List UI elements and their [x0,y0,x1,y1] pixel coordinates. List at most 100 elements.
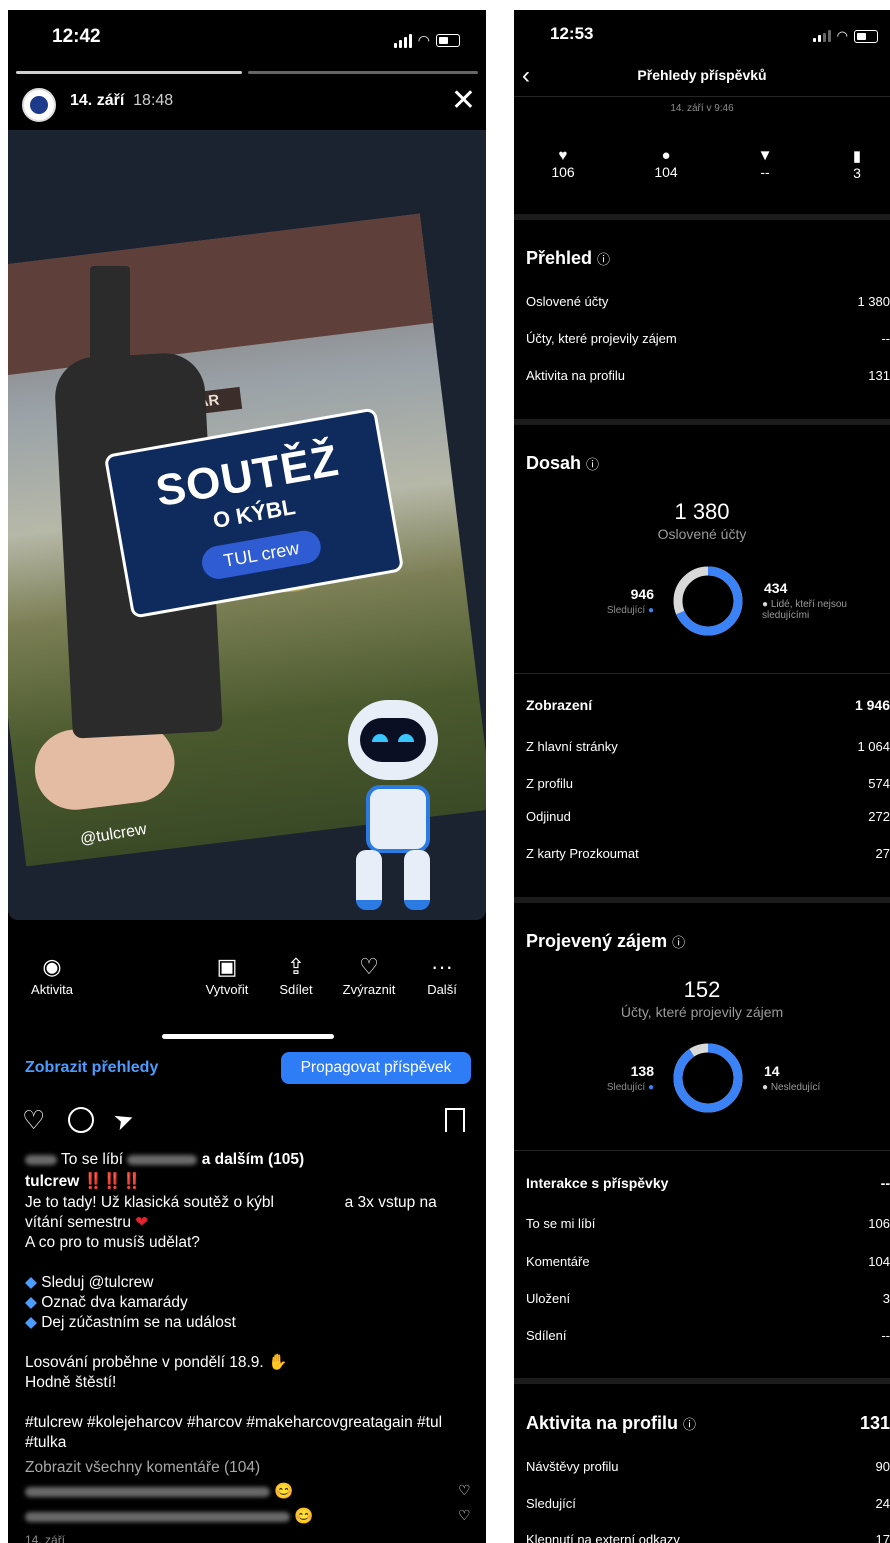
interactions-label: Komentáře [526,1254,590,1269]
send-icon[interactable]: ➤ [110,1103,139,1137]
comment-like-icon[interactable]: ♡ [458,1482,471,1499]
wifi-icon: ◠ [836,28,848,43]
more-label: Další [427,982,457,997]
promote-button[interactable]: Propagovat příspěvek [281,1052,471,1084]
reach-followers-legend: Sledující ● [554,605,654,616]
reach-nonfollowers-label: Lidé, kteří nejsou sledujícími [762,599,847,621]
robot-sticker [338,690,458,910]
profile-activity-row: Sledující 24 [526,1496,890,1511]
impressions-label: Z karty Prozkoumat [526,846,639,861]
create-label: Vytvořit [205,982,249,997]
signal-icon [812,30,831,42]
highlight-label: Zvýraznit [342,982,396,997]
create-button[interactable]: ▣ Vytvořit [192,952,262,997]
home-indicator [162,1034,334,1039]
comment-like-icon[interactable]: ♡ [458,1507,471,1524]
story-time: 18:48 [133,92,174,109]
impressions-value: 1 946 [854,697,890,713]
share-button[interactable]: ⇪ Sdílet [261,952,331,997]
hashtags-line-1[interactable]: #tulcrew #kolejeharcov #harcov #makeharc… [25,1413,442,1433]
reach-title: Dosah ⓘ [526,453,599,474]
story-screen: 12:42 ◠ 14. září 18:48 ✕ ZANZIBAR SOUTĚŽ… [8,10,486,1543]
emoji-icon: 😊 [274,1483,294,1500]
bookmark-icon[interactable] [445,1108,465,1132]
overview-title: Přehled ⓘ [526,248,610,269]
impressions-row-value: 1 064 [857,739,890,754]
interactions-row-value: 106 [868,1216,890,1231]
status-time: 12:53 [550,24,594,43]
interactions-row: Uložení 3 [526,1291,890,1306]
activity-label: Aktivita [31,982,73,997]
profile-activity-label: Návštěvy profilu [526,1459,619,1474]
overview-row-profile[interactable]: Aktivita na profilu 131 [526,368,890,383]
view-comments-link[interactable]: Zobrazit všechny komentáře (104) [25,1458,260,1478]
caption-username[interactable]: tulcrew [25,1173,79,1190]
stat-shares: ▼ -- [750,147,780,180]
like-icon[interactable]: ♡ [22,1105,45,1136]
likes-suffix: a dalším (105) [201,1151,305,1168]
legend-dot: ● [762,599,769,610]
post-time: 14. září v 9:46 [670,103,734,114]
story-progress-2 [248,71,478,74]
impressions-row-value: 27 [875,846,890,861]
stat-shares-value: -- [760,164,770,180]
comment-row-2: 😊 [25,1507,314,1527]
story-date: 14. září [70,92,125,109]
profile-activity-title: Aktivita na profilu [526,1413,679,1433]
overview-value: 1 380 [857,294,890,309]
interactions-row-value: -- [881,1328,890,1343]
row-divider [514,1150,890,1151]
caption-text-1a: Je to tady! Už klasická soutěž o kýbl [25,1194,274,1211]
row-divider [514,673,890,674]
reels-icon: ▣ [216,954,238,979]
overview-label: Účty, které projevily zájem [526,331,677,346]
legend-dot: ● [647,1082,654,1093]
insights-link[interactable]: Zobrazit přehledy [25,1059,158,1077]
interactions-row-value: 3 [882,1291,890,1306]
donut-followers-arc [673,1043,743,1113]
interactions-row-value: 104 [868,1254,890,1269]
section-divider [514,214,890,220]
overview-row-reach[interactable]: Oslovené účty 1 380 [526,294,890,309]
profile-activity-label: Klepnutí na externí odkazy [526,1532,680,1543]
share-icon: ⇪ [286,954,306,979]
info-icon[interactable]: ⓘ [683,1417,696,1432]
bullet-3: ◆ Dej zúčastním se na událost [25,1313,236,1333]
more-button[interactable]: ··· Další [407,952,477,997]
emoji-icon: 😊 [294,1508,314,1525]
diamond-icon: ◆ [25,1274,37,1291]
impressions-label: Z hlavní stránky [526,739,618,754]
engagement-title: Projevený zájem ⓘ [526,931,685,952]
interactions-title: Interakce s příspěvky [526,1175,669,1191]
profile-activity-row-value: 90 [875,1459,890,1474]
activity-button[interactable]: ◉ Aktivita [17,952,87,997]
comment-icon[interactable] [68,1107,94,1133]
highlight-icon: ♡ [359,954,379,979]
bottle-neck [90,266,130,366]
highlight-button[interactable]: ♡ Zvýraznit [334,952,404,997]
info-icon[interactable]: ⓘ [597,252,610,267]
more-icon: ··· [431,954,453,979]
hashtags-line-2[interactable]: #tulka [25,1433,66,1453]
likes-line: To se líbí a dalším (105) [25,1150,304,1170]
info-icon[interactable]: ⓘ [672,935,685,950]
stat-saves-value: 3 [853,165,861,181]
section-divider [514,419,890,425]
caption-line-2: vítání semestru ❤ [25,1213,148,1233]
avatar[interactable] [22,88,56,122]
overview-row-engaged[interactable]: Účty, které projevily zájem -- [526,331,890,346]
engagement-title-text: Projevený zájem [526,931,668,951]
diamond-icon: ◆ [25,1314,37,1331]
close-icon[interactable]: ✕ [451,86,476,116]
profile-activity-label: Sledující [526,1496,576,1511]
interactions-label: Sdílení [526,1328,567,1343]
reach-title-text: Dosah [526,453,582,473]
impressions-row-value: 574 [868,776,890,791]
reach-followers: 946 [630,586,654,602]
info-icon[interactable]: ⓘ [586,457,599,472]
profile-activity-row-value: 17 [875,1532,890,1543]
stat-likes-value: 106 [551,164,575,180]
header-title: Přehledy příspěvků [637,67,767,83]
post-date: 14. září [25,1533,66,1543]
bookmark-icon: ▮ [852,148,862,165]
